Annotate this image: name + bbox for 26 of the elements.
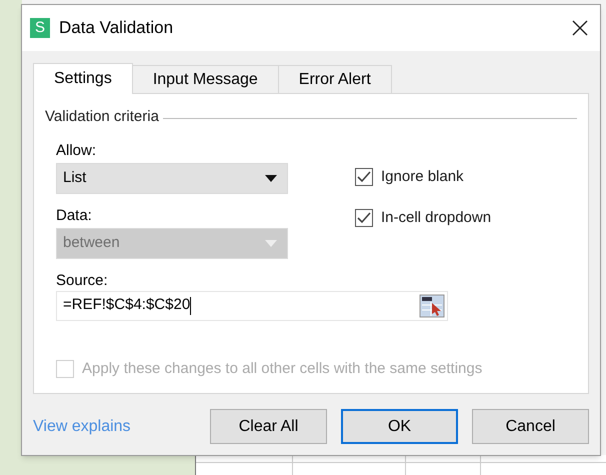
allow-value: List [63, 168, 86, 188]
tab[interactable]: Input Message [132, 65, 279, 93]
caret-icon [265, 174, 277, 182]
source-label: Source: [56, 270, 109, 290]
allow-dropdown[interactable]: List [56, 162, 288, 194]
data-label: Data: [56, 206, 93, 226]
dialog-button[interactable]: Clear All [210, 409, 327, 444]
app-icon: S [30, 18, 50, 38]
allow-label: Allow: [56, 140, 98, 160]
checkbox[interactable] [355, 168, 373, 186]
caret-icon [265, 240, 277, 246]
source-value: =REF!$C$4:$C$20 [63, 295, 190, 316]
window-title: Data Validation [59, 17, 174, 40]
checkbox[interactable] [355, 209, 373, 228]
checkbox-label: Apply these changes to all other cells with the same settings [82, 358, 482, 378]
close-icon[interactable] [570, 18, 590, 38]
checkbox-label: In-cell dropdown [381, 208, 492, 228]
dialog-button[interactable]: OK [341, 409, 458, 444]
data-value: between [63, 232, 120, 253]
tab[interactable]: Settings [33, 63, 133, 94]
dialog-button[interactable]: Cancel [472, 409, 589, 444]
range-select-icon[interactable] [419, 294, 445, 318]
source-field[interactable]: =REF!$C$4:$C$20 [56, 290, 448, 320]
checkbox-label: Ignore blank [381, 166, 464, 186]
tab[interactable]: Error Alert [278, 65, 392, 93]
group-title: Validation criteria [45, 107, 159, 127]
